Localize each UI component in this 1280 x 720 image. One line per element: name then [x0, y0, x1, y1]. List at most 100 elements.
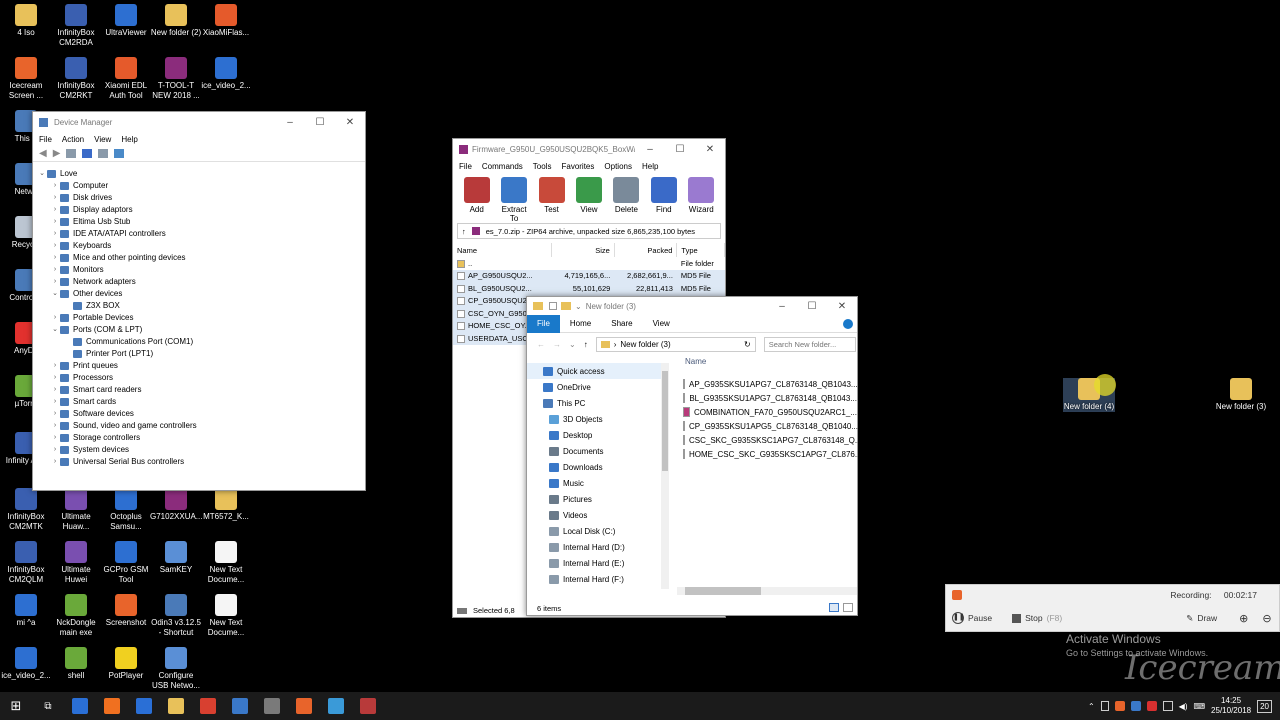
- minimize-button[interactable]: –: [767, 301, 797, 312]
- tree-item[interactable]: ⌄ Ports (COM & LPT): [37, 324, 361, 336]
- toolbar-button[interactable]: Wizard: [686, 175, 717, 221]
- expand-chevron-icon[interactable]: ›: [50, 228, 60, 240]
- address-bar[interactable]: › New folder (3) ↻: [595, 336, 756, 352]
- desktop-icon[interactable]: T-TOOL-T NEW 2018 ...: [150, 57, 202, 101]
- list-item[interactable]: AP_G935SKSU1APG7_CL8763148_QB1043...: [677, 377, 858, 391]
- desktop-icon[interactable]: shell: [50, 647, 102, 681]
- expand-chevron-icon[interactable]: ›: [50, 312, 60, 324]
- desktop-icon[interactable]: New folder (2): [150, 4, 202, 38]
- toolbar-button[interactable]: Delete: [611, 175, 642, 221]
- tree-root[interactable]: ⌄ Love: [37, 168, 361, 180]
- device-manager-titlebar[interactable]: Device Manager – ☐ ✕: [33, 112, 365, 132]
- nav-item[interactable]: Internal Hard (E:): [527, 555, 661, 571]
- nav-item[interactable]: 3D Objects: [527, 411, 661, 427]
- expand-chevron-icon[interactable]: ›: [50, 408, 60, 420]
- pause-icon[interactable]: ❚❚: [952, 612, 965, 624]
- zoom-out-icon[interactable]: ⊖: [1262, 612, 1271, 625]
- toolbar-button[interactable]: Test: [536, 175, 567, 221]
- desktop-icon[interactable]: New Text Docume...: [200, 541, 252, 585]
- menu-item[interactable]: View: [94, 135, 111, 144]
- clock[interactable]: 14:25 25/10/2018: [1211, 696, 1251, 716]
- stop-icon[interactable]: [1012, 613, 1022, 623]
- back-arrow-icon[interactable]: ◀: [39, 148, 47, 159]
- horizontal-scrollbar[interactable]: [677, 587, 857, 595]
- nav-scrollbar[interactable]: [661, 363, 669, 589]
- tree-item[interactable]: › Eltima Usb Stub: [37, 216, 361, 228]
- nav-item[interactable]: Downloads: [527, 459, 661, 475]
- ribbon-tab[interactable]: Share: [601, 319, 642, 328]
- list-item[interactable]: HOME_CSC_SKC_G935SKSC1APG7_CL876...: [677, 447, 862, 461]
- menu-item[interactable]: Help: [121, 135, 137, 144]
- expand-chevron-icon[interactable]: ›: [50, 384, 60, 396]
- desktop-icon[interactable]: Ultimate Huwei: [50, 541, 102, 585]
- tree-item[interactable]: › Software devices: [37, 408, 361, 420]
- tree-item[interactable]: › Universal Serial Bus controllers: [37, 456, 361, 468]
- expand-chevron-icon[interactable]: ›: [50, 456, 60, 468]
- desktop-icon[interactable]: Icecream Screen ...: [0, 57, 52, 101]
- navigation-pane[interactable]: Quick access OneDrive This PC 3D Objects Des…: [527, 363, 661, 601]
- tree-item[interactable]: ⌄ Other devices: [37, 288, 361, 300]
- help-icon[interactable]: [843, 318, 853, 329]
- expand-chevron-icon[interactable]: ›: [50, 216, 60, 228]
- nav-item[interactable]: Local Disk (C:): [527, 523, 661, 539]
- minimize-button[interactable]: –: [275, 117, 305, 128]
- minimize-button[interactable]: –: [635, 144, 665, 155]
- desktop-icon[interactable]: SamKEY: [150, 541, 202, 575]
- tray-app-icon[interactable]: [1114, 701, 1125, 711]
- menu-item[interactable]: Tools: [533, 162, 552, 171]
- table-row[interactable]: BL_G950USQU2... 55,101,629 22,811,413 MD5 F…: [453, 282, 725, 295]
- tree-item[interactable]: › Portable Devices: [37, 312, 361, 324]
- desktop-icon[interactable]: MT6572_K...: [200, 488, 252, 522]
- explorer-window[interactable]: ⌄ New folder (3) – ☐ ✕ File Home Share View ←…: [526, 296, 862, 616]
- tree-item[interactable]: › Network adapters: [37, 276, 361, 288]
- taskbar-app[interactable]: [160, 692, 192, 720]
- desktop-icon[interactable]: GCPro GSM Tool: [100, 541, 152, 585]
- desktop-icon[interactable]: New Text Docume...: [200, 594, 252, 638]
- desktop-icon[interactable]: InfinityBox CM2QLM: [0, 541, 52, 585]
- desktop-icon[interactable]: Configure USB Netwo...: [150, 647, 202, 691]
- taskbar-app[interactable]: [320, 692, 352, 720]
- tree-item[interactable]: › Storage controllers: [37, 432, 361, 444]
- desktop-icon[interactable]: InfinityBox CM2MTK: [0, 488, 52, 532]
- tree-item[interactable]: › Computer: [37, 180, 361, 192]
- device-manager-window[interactable]: Device Manager – ☐ ✕ File Action View Help ◀ …: [32, 111, 366, 491]
- maximize-button[interactable]: ☐: [665, 144, 695, 155]
- expand-chevron-icon[interactable]: ›: [50, 432, 60, 444]
- menu-item[interactable]: File: [459, 162, 472, 171]
- desktop-icon[interactable]: mi ^a: [0, 594, 52, 628]
- start-button[interactable]: ⊞: [0, 692, 32, 720]
- expand-chevron-icon[interactable]: ›: [50, 252, 60, 264]
- chevron-down-icon[interactable]: ⌄: [569, 340, 576, 349]
- menu-item[interactable]: Favorites: [561, 162, 594, 171]
- tree-item[interactable]: › Keyboards: [37, 240, 361, 252]
- column-header[interactable]: Name: [453, 243, 553, 257]
- notification-badge[interactable]: 20: [1257, 699, 1272, 713]
- chevron-down-icon[interactable]: ⌄: [575, 302, 582, 311]
- expand-chevron-icon[interactable]: ›: [50, 180, 60, 192]
- expand-chevron-icon[interactable]: ⌄: [50, 288, 60, 300]
- tray-app-icon[interactable]: [1130, 701, 1141, 711]
- tree-item[interactable]: › Display adaptors: [37, 204, 361, 216]
- task-view-button[interactable]: ⧉: [32, 692, 64, 720]
- tree-item[interactable]: › Smart cards: [37, 396, 361, 408]
- nav-item[interactable]: Music: [527, 475, 661, 491]
- menu-item[interactable]: Action: [62, 135, 84, 144]
- stop-button[interactable]: Stop: [1025, 613, 1043, 623]
- expand-chevron-icon[interactable]: ⌄: [50, 324, 60, 336]
- table-row[interactable]: AP_G950USQU2... 4,719,165,6... 2,682,661,9…: [453, 269, 725, 282]
- taskbar-app[interactable]: [256, 692, 288, 720]
- list-item[interactable]: CSC_SKC_G935SKSC1APG7_CL8763148_Q...: [677, 433, 862, 447]
- desktop-icon[interactable]: ice_video_2...: [0, 647, 52, 681]
- close-button[interactable]: ✕: [695, 144, 725, 155]
- tree-item[interactable]: › IDE ATA/ATAPI controllers: [37, 228, 361, 240]
- taskbar-app[interactable]: [288, 692, 320, 720]
- tree-item[interactable]: › Smart card readers: [37, 384, 361, 396]
- tree-item[interactable]: › Print queues: [37, 360, 361, 372]
- close-button[interactable]: ✕: [335, 117, 365, 128]
- nav-item[interactable]: Internal Hard (F:): [527, 571, 661, 587]
- pause-button[interactable]: Pause: [968, 613, 992, 623]
- taskbar-app[interactable]: [128, 692, 160, 720]
- up-arrow-icon[interactable]: ↑: [462, 227, 466, 236]
- toolbar-button[interactable]: View: [573, 175, 604, 221]
- desktop-icon[interactable]: InfinityBox CM2RKT: [50, 57, 102, 101]
